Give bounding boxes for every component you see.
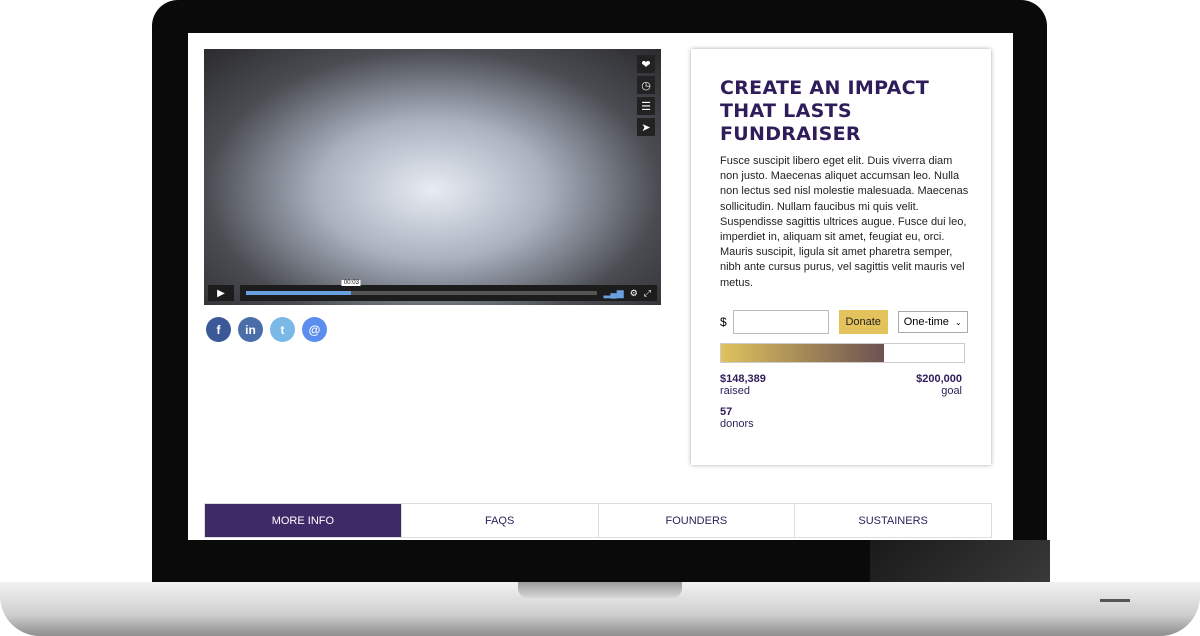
- video-seek-bar[interactable]: 00:03: [246, 280, 598, 295]
- page-title: CREATE AN IMPACT THAT LASTS FUNDRAISER: [720, 77, 930, 145]
- heart-icon[interactable]: ❤: [637, 55, 655, 73]
- play-button[interactable]: ▶: [208, 285, 234, 301]
- campaign-description: Fusce suscipit libero eget elit. Duis vi…: [720, 155, 969, 289]
- frequency-value: One-time: [903, 316, 949, 328]
- video-progress-fill: [246, 291, 352, 295]
- raised-stat: $148,389 raised: [720, 373, 766, 397]
- donors-stat: 57 donors: [720, 406, 754, 430]
- gear-icon[interactable]: ⚙: [630, 288, 638, 299]
- tab-more-info[interactable]: MORE INFO: [205, 504, 401, 537]
- fullscreen-icon[interactable]: ⤢: [644, 288, 651, 299]
- goal-amount: $200,000: [916, 373, 962, 385]
- donation-form: $ Donate One-time ⌄: [720, 310, 968, 334]
- chevron-down-icon: ⌄: [954, 317, 962, 327]
- laptop-notch: [518, 582, 682, 598]
- facebook-share-icon[interactable]: f: [206, 317, 231, 342]
- goal-stat: $200,000 goal: [916, 373, 962, 397]
- donation-card: CREATE AN IMPACT THAT LASTS FUNDRAISER F…: [691, 49, 991, 465]
- info-tabs: MORE INFO FAQS FOUNDERS SUSTAINERS: [204, 503, 992, 538]
- video-time-tooltip: 00:03: [341, 280, 361, 286]
- tab-founders[interactable]: FOUNDERS: [597, 504, 795, 537]
- screen: ❤ ◷ ☰ ➤ ▶ 00:03 ▂▄▆ ⚙ ⤢ f in t @ CREATE AN …: [188, 33, 1013, 540]
- frequency-select[interactable]: One-time ⌄: [897, 311, 968, 333]
- raised-label: raised: [720, 385, 750, 397]
- amount-input[interactable]: [732, 310, 829, 334]
- layers-icon[interactable]: ☰: [637, 97, 655, 115]
- donors-label: donors: [720, 418, 754, 430]
- email-share-icon[interactable]: @: [302, 317, 327, 342]
- progress-fill: [721, 344, 884, 362]
- video-player[interactable]: ❤ ◷ ☰ ➤ ▶ 00:03 ▂▄▆ ⚙ ⤢: [204, 49, 661, 305]
- currency-symbol: $: [720, 315, 727, 329]
- donate-button[interactable]: Donate: [838, 310, 888, 334]
- fundraising-progress-bar: [720, 343, 965, 363]
- linkedin-share-icon[interactable]: in: [238, 317, 263, 342]
- send-icon[interactable]: ➤: [637, 118, 655, 136]
- twitter-share-icon[interactable]: t: [270, 317, 295, 342]
- social-share-bar: f in t @: [206, 317, 327, 342]
- donors-count: 57: [720, 406, 733, 418]
- raised-amount: $148,389: [720, 373, 766, 385]
- goal-label: goal: [941, 385, 962, 397]
- tab-faqs[interactable]: FAQS: [400, 504, 598, 537]
- volume-icon[interactable]: ▂▄▆: [603, 288, 623, 299]
- tab-sustainers[interactable]: SUSTAINERS: [794, 504, 991, 537]
- laptop-slot: [1100, 599, 1130, 602]
- clock-icon[interactable]: ◷: [637, 76, 655, 94]
